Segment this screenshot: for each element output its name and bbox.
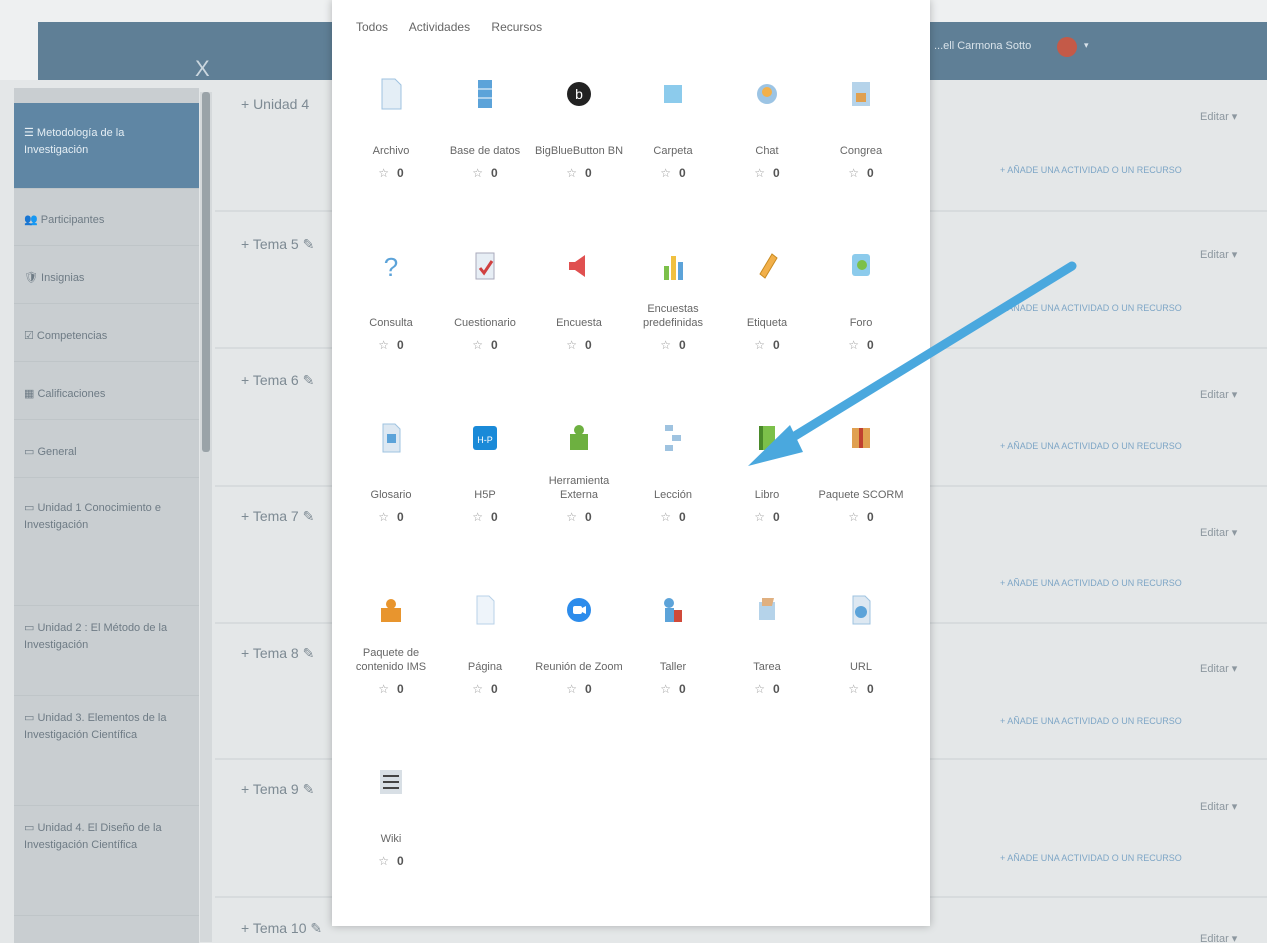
annotation-arrow — [748, 261, 1077, 466]
